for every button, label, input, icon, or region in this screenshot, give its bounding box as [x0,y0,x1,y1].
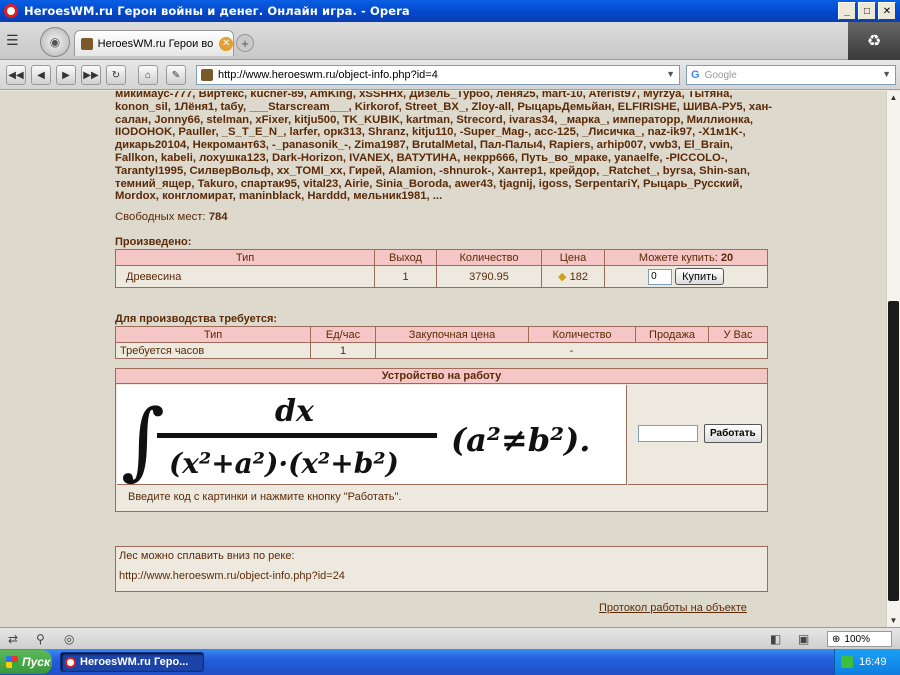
url-dropdown-icon[interactable]: ▼ [666,69,675,79]
required-col-type: Тип [115,326,311,343]
home-icon[interactable]: ⌂ [138,65,158,85]
work-controls: Работать [628,385,768,485]
buy-cell: Купить [604,265,768,288]
vertical-scrollbar[interactable]: ▲ ▼ [886,91,900,627]
required-type: Требуется часов [115,342,311,359]
captcha-image: ∫ dx (x²+a²)·(x²+b²) (a²≠b²). [117,385,627,489]
zoom-value: 100% [844,633,870,645]
tab-bar: ☰ ◉ HeroesWM.ru Герои во... ✕ + ♻ [0,22,900,60]
free-places: Свободных мест: 784 [115,211,228,223]
windows-taskbar: Пуск HeroesWM.ru Геро... 16:49 [0,649,900,675]
start-label: Пуск [22,655,51,669]
scrollbar-thumb[interactable] [888,301,899,601]
forward-icon[interactable]: ▶ [56,65,76,85]
produced-col-price: Цена [541,249,605,266]
produced-title: Произведено: [115,236,192,248]
produced-col-quantity: Количество [436,249,542,266]
opera-logo-icon [4,4,18,18]
opera-menu-icon[interactable]: ☰ [6,32,28,50]
tab-label: HeroesWM.ru Герои во... [97,37,215,50]
unite-icon[interactable]: ⚲ [36,632,45,646]
workers-list: микимаус-777, Виртекс, kucher-89, AmKing… [115,91,773,203]
buy-button[interactable]: Купить [675,268,724,285]
required-col-purchase-price: Закупочная цена [375,326,529,343]
river-text: Лес можно сплавить вниз по реке: [119,550,295,562]
view-icon[interactable]: ◧ [770,632,781,646]
scroll-down-icon[interactable]: ▼ [887,614,900,627]
required-per-hour: 1 [310,342,376,359]
start-button[interactable]: Пуск [0,650,52,674]
turbo-icon[interactable]: ◎ [64,632,74,646]
protocol-link[interactable]: Протокол работы на объекте [599,602,747,614]
search-field[interactable]: G Google ▼ [686,65,896,85]
required-table: Тип Ед/час Закупочная цена Количество Пр… [115,326,768,359]
minimize-button[interactable]: _ [838,2,856,20]
window-title: HeroesWM.ru Герон войны и денег. Онлайн … [24,4,410,18]
produced-quantity: 3790.95 [436,265,542,288]
new-tab-button[interactable]: + [236,34,254,52]
required-col-sale: Продажа [635,326,709,343]
page-content: микимаус-777, Виртекс, kucher-89, AmKing… [0,91,886,627]
required-col-you-have: У Вас [708,326,768,343]
maximize-button[interactable]: □ [858,2,876,20]
fast-forward-icon[interactable]: ▶▶ [81,65,101,85]
images-icon[interactable]: ▣ [798,632,809,646]
buy-quantity-input[interactable] [648,268,673,285]
address-field[interactable]: http://www.heroeswm.ru/object-info.php?i… [196,65,680,85]
work-note: Введите код с картинки и нажмите кнопку … [128,491,402,503]
svg-text:(x²+a²)·(x²+b²): (x²+a²)·(x²+b²) [169,447,399,480]
trash-icon[interactable]: ♻ [848,22,900,60]
search-dropdown-icon[interactable]: ▼ [882,69,891,79]
produced-output: 1 [374,265,437,288]
free-places-value: 784 [208,211,228,223]
required-title: Для производства требуется: [115,313,278,325]
zoom-control[interactable]: ⊕ 100% [827,631,892,647]
system-tray: 16:49 [834,649,900,675]
close-button[interactable]: ✕ [878,2,896,20]
produced-col-can-buy: Можете купить: 20 [604,249,768,266]
work-button[interactable]: Работать [704,424,762,443]
produced-col-output: Выход [374,249,437,266]
svg-text:(a²≠b²).: (a²≠b²). [451,421,590,459]
opera-task-icon [65,656,76,668]
free-places-label: Свободных мест: [115,211,206,223]
url-favicon-icon [201,69,213,81]
search-placeholder: Google [704,69,737,81]
settings-wrench-icon[interactable]: ✎ [166,65,186,85]
zoom-icon: ⊕ [832,633,841,645]
google-search-icon[interactable]: G [691,69,700,81]
required-col-per-hour: Ед/час [310,326,376,343]
gold-coins-icon: ◆ [558,271,567,283]
rewind-icon[interactable]: ◀◀ [6,65,26,85]
task-label: HeroesWM.ru Геро... [80,656,189,668]
tab-close-icon[interactable]: ✕ [219,36,233,51]
tab-heroeswm[interactable]: HeroesWM.ru Герои во... ✕ [74,30,234,56]
work-title: Устройство на работу [116,369,767,384]
produced-price: ◆ 182 [541,265,605,288]
back-icon[interactable]: ◀ [31,65,51,85]
produced-col-type: Тип [115,249,375,266]
speed-dial-icon[interactable]: ◉ [40,27,70,57]
produced-table: Тип Выход Количество Цена Можете купить:… [115,249,768,288]
window-titlebar: HeroesWM.ru Герон войны и денег. Онлайн … [0,0,900,22]
url-text: http://www.heroeswm.ru/object-info.php?i… [218,69,438,81]
security-shield-icon[interactable] [841,656,853,668]
clock: 16:49 [859,656,887,668]
required-dash: - [375,342,768,359]
river-panel: Лес можно сплавить вниз по реке: http://… [115,546,768,592]
svg-text:dx: dx [275,394,315,429]
windows-flag-icon [6,656,18,668]
required-col-quantity: Количество [528,326,636,343]
scroll-up-icon[interactable]: ▲ [887,91,900,104]
produced-type: Древесина [115,265,375,288]
captcha-input[interactable] [638,425,698,442]
navigation-toolbar: ◀◀ ◀ ▶ ▶▶ ↻ ⌂ ✎ http://www.heroeswm.ru/o… [0,60,900,90]
river-link[interactable]: http://www.heroeswm.ru/object-info.php?i… [119,570,764,582]
panels-icon[interactable]: ⇄ [8,632,18,646]
status-bar: ⇄ ⚲ ◎ ◧ ▣ ⊕ 100% [0,627,900,649]
work-panel: Устройство на работу ∫ dx (x²+a²)·(x²+b²… [115,368,768,512]
reload-icon[interactable]: ↻ [106,65,126,85]
site-favicon-icon [81,37,93,50]
taskbar-opera-window[interactable]: HeroesWM.ru Геро... [60,652,204,672]
